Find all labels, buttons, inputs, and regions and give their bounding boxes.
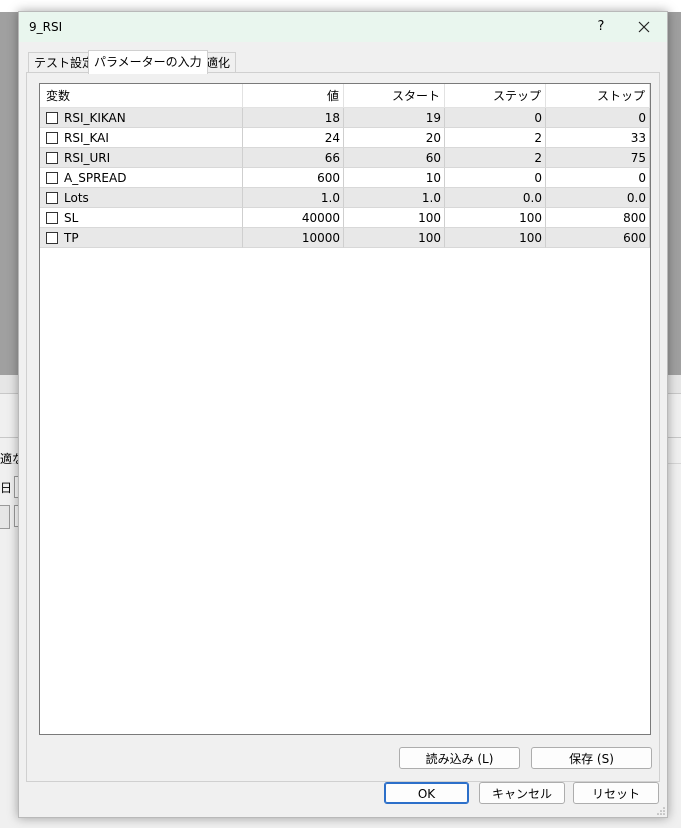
load-button[interactable]: 読み込み (L) (399, 747, 520, 769)
background-button (0, 505, 10, 529)
step-cell[interactable]: 0 (445, 168, 546, 188)
close-icon (638, 21, 650, 33)
close-button[interactable] (633, 16, 655, 38)
row-checkbox[interactable] (46, 131, 58, 144)
value-cell[interactable]: 18 (243, 108, 344, 128)
step-cell[interactable]: 0.0 (445, 188, 546, 208)
stop-cell[interactable]: 75 (546, 148, 650, 168)
column-header-name[interactable]: 変数 (40, 84, 243, 108)
parameter-name: RSI_URI (64, 151, 111, 165)
parameter-name: RSI_KIKAN (64, 111, 126, 125)
parameter-input-panel: 変数 値 スタート ステップ ストップ RSI_KIKAN 18 19 0 0 … (26, 72, 660, 782)
parameters-table: 変数 値 スタート ステップ ストップ RSI_KIKAN 18 19 0 0 … (39, 83, 651, 735)
start-cell[interactable]: 10 (344, 168, 445, 188)
save-button[interactable]: 保存 (S) (531, 747, 652, 769)
row-checkbox[interactable] (46, 211, 58, 224)
table-row[interactable]: Lots 1.0 1.0 0.0 0.0 (40, 188, 650, 208)
parameter-name: A_SPREAD (64, 171, 127, 185)
step-cell[interactable]: 100 (445, 208, 546, 228)
value-cell[interactable]: 66 (243, 148, 344, 168)
resize-grip-icon[interactable] (657, 807, 665, 815)
parameter-name: SL (64, 211, 79, 225)
start-cell[interactable]: 20 (344, 128, 445, 148)
stop-cell[interactable]: 0 (546, 168, 650, 188)
column-header-value[interactable]: 値 (243, 84, 344, 108)
value-cell[interactable]: 10000 (243, 228, 344, 248)
step-cell[interactable]: 0 (445, 108, 546, 128)
column-header-step[interactable]: ステップ (445, 84, 546, 108)
tab-parameter-input[interactable]: パラメーターの入力 (88, 50, 208, 74)
stop-cell[interactable]: 800 (546, 208, 650, 228)
value-cell[interactable]: 40000 (243, 208, 344, 228)
start-cell[interactable]: 60 (344, 148, 445, 168)
stop-cell[interactable]: 600 (546, 228, 650, 248)
start-cell[interactable]: 19 (344, 108, 445, 128)
column-header-stop[interactable]: ストップ (546, 84, 650, 108)
table-row[interactable]: TP 10000 100 100 600 (40, 228, 650, 248)
step-cell[interactable]: 2 (445, 128, 546, 148)
table-row[interactable]: RSI_KAI 24 20 2 33 (40, 128, 650, 148)
parameter-name: RSI_KAI (64, 131, 109, 145)
row-checkbox[interactable] (46, 171, 58, 184)
table-row[interactable]: A_SPREAD 600 10 0 0 (40, 168, 650, 188)
dialog-titlebar[interactable]: 9_RSI ? (19, 12, 667, 42)
step-cell[interactable]: 100 (445, 228, 546, 248)
table-row[interactable]: RSI_KIKAN 18 19 0 0 (40, 108, 650, 128)
help-button[interactable]: ? (591, 17, 611, 37)
value-cell[interactable]: 24 (243, 128, 344, 148)
value-cell[interactable]: 600 (243, 168, 344, 188)
parameters-dialog: 9_RSI ? テスト設定 パラメーターの入力 最適化 変数 値 スタート ステ… (18, 11, 668, 818)
start-cell[interactable]: 100 (344, 208, 445, 228)
stop-cell[interactable]: 0 (546, 108, 650, 128)
parameter-name: Lots (64, 191, 89, 205)
column-header-start[interactable]: スタート (344, 84, 445, 108)
stop-cell[interactable]: 33 (546, 128, 650, 148)
reset-button[interactable]: リセット (573, 782, 659, 804)
value-cell[interactable]: 1.0 (243, 188, 344, 208)
row-checkbox[interactable] (46, 191, 58, 204)
start-cell[interactable]: 100 (344, 228, 445, 248)
row-checkbox[interactable] (46, 231, 58, 244)
stop-cell[interactable]: 0.0 (546, 188, 650, 208)
ok-button[interactable]: OK (384, 782, 469, 804)
background-label: 日 (0, 481, 13, 495)
dialog-title: 9_RSI (29, 20, 63, 34)
step-cell[interactable]: 2 (445, 148, 546, 168)
start-cell[interactable]: 1.0 (344, 188, 445, 208)
parameter-name: TP (64, 231, 79, 245)
table-header: 変数 値 スタート ステップ ストップ (40, 84, 650, 108)
cancel-button[interactable]: キャンセル (479, 782, 565, 804)
row-checkbox[interactable] (46, 151, 58, 164)
table-row[interactable]: SL 40000 100 100 800 (40, 208, 650, 228)
row-checkbox[interactable] (46, 111, 58, 124)
table-row[interactable]: RSI_URI 66 60 2 75 (40, 148, 650, 168)
